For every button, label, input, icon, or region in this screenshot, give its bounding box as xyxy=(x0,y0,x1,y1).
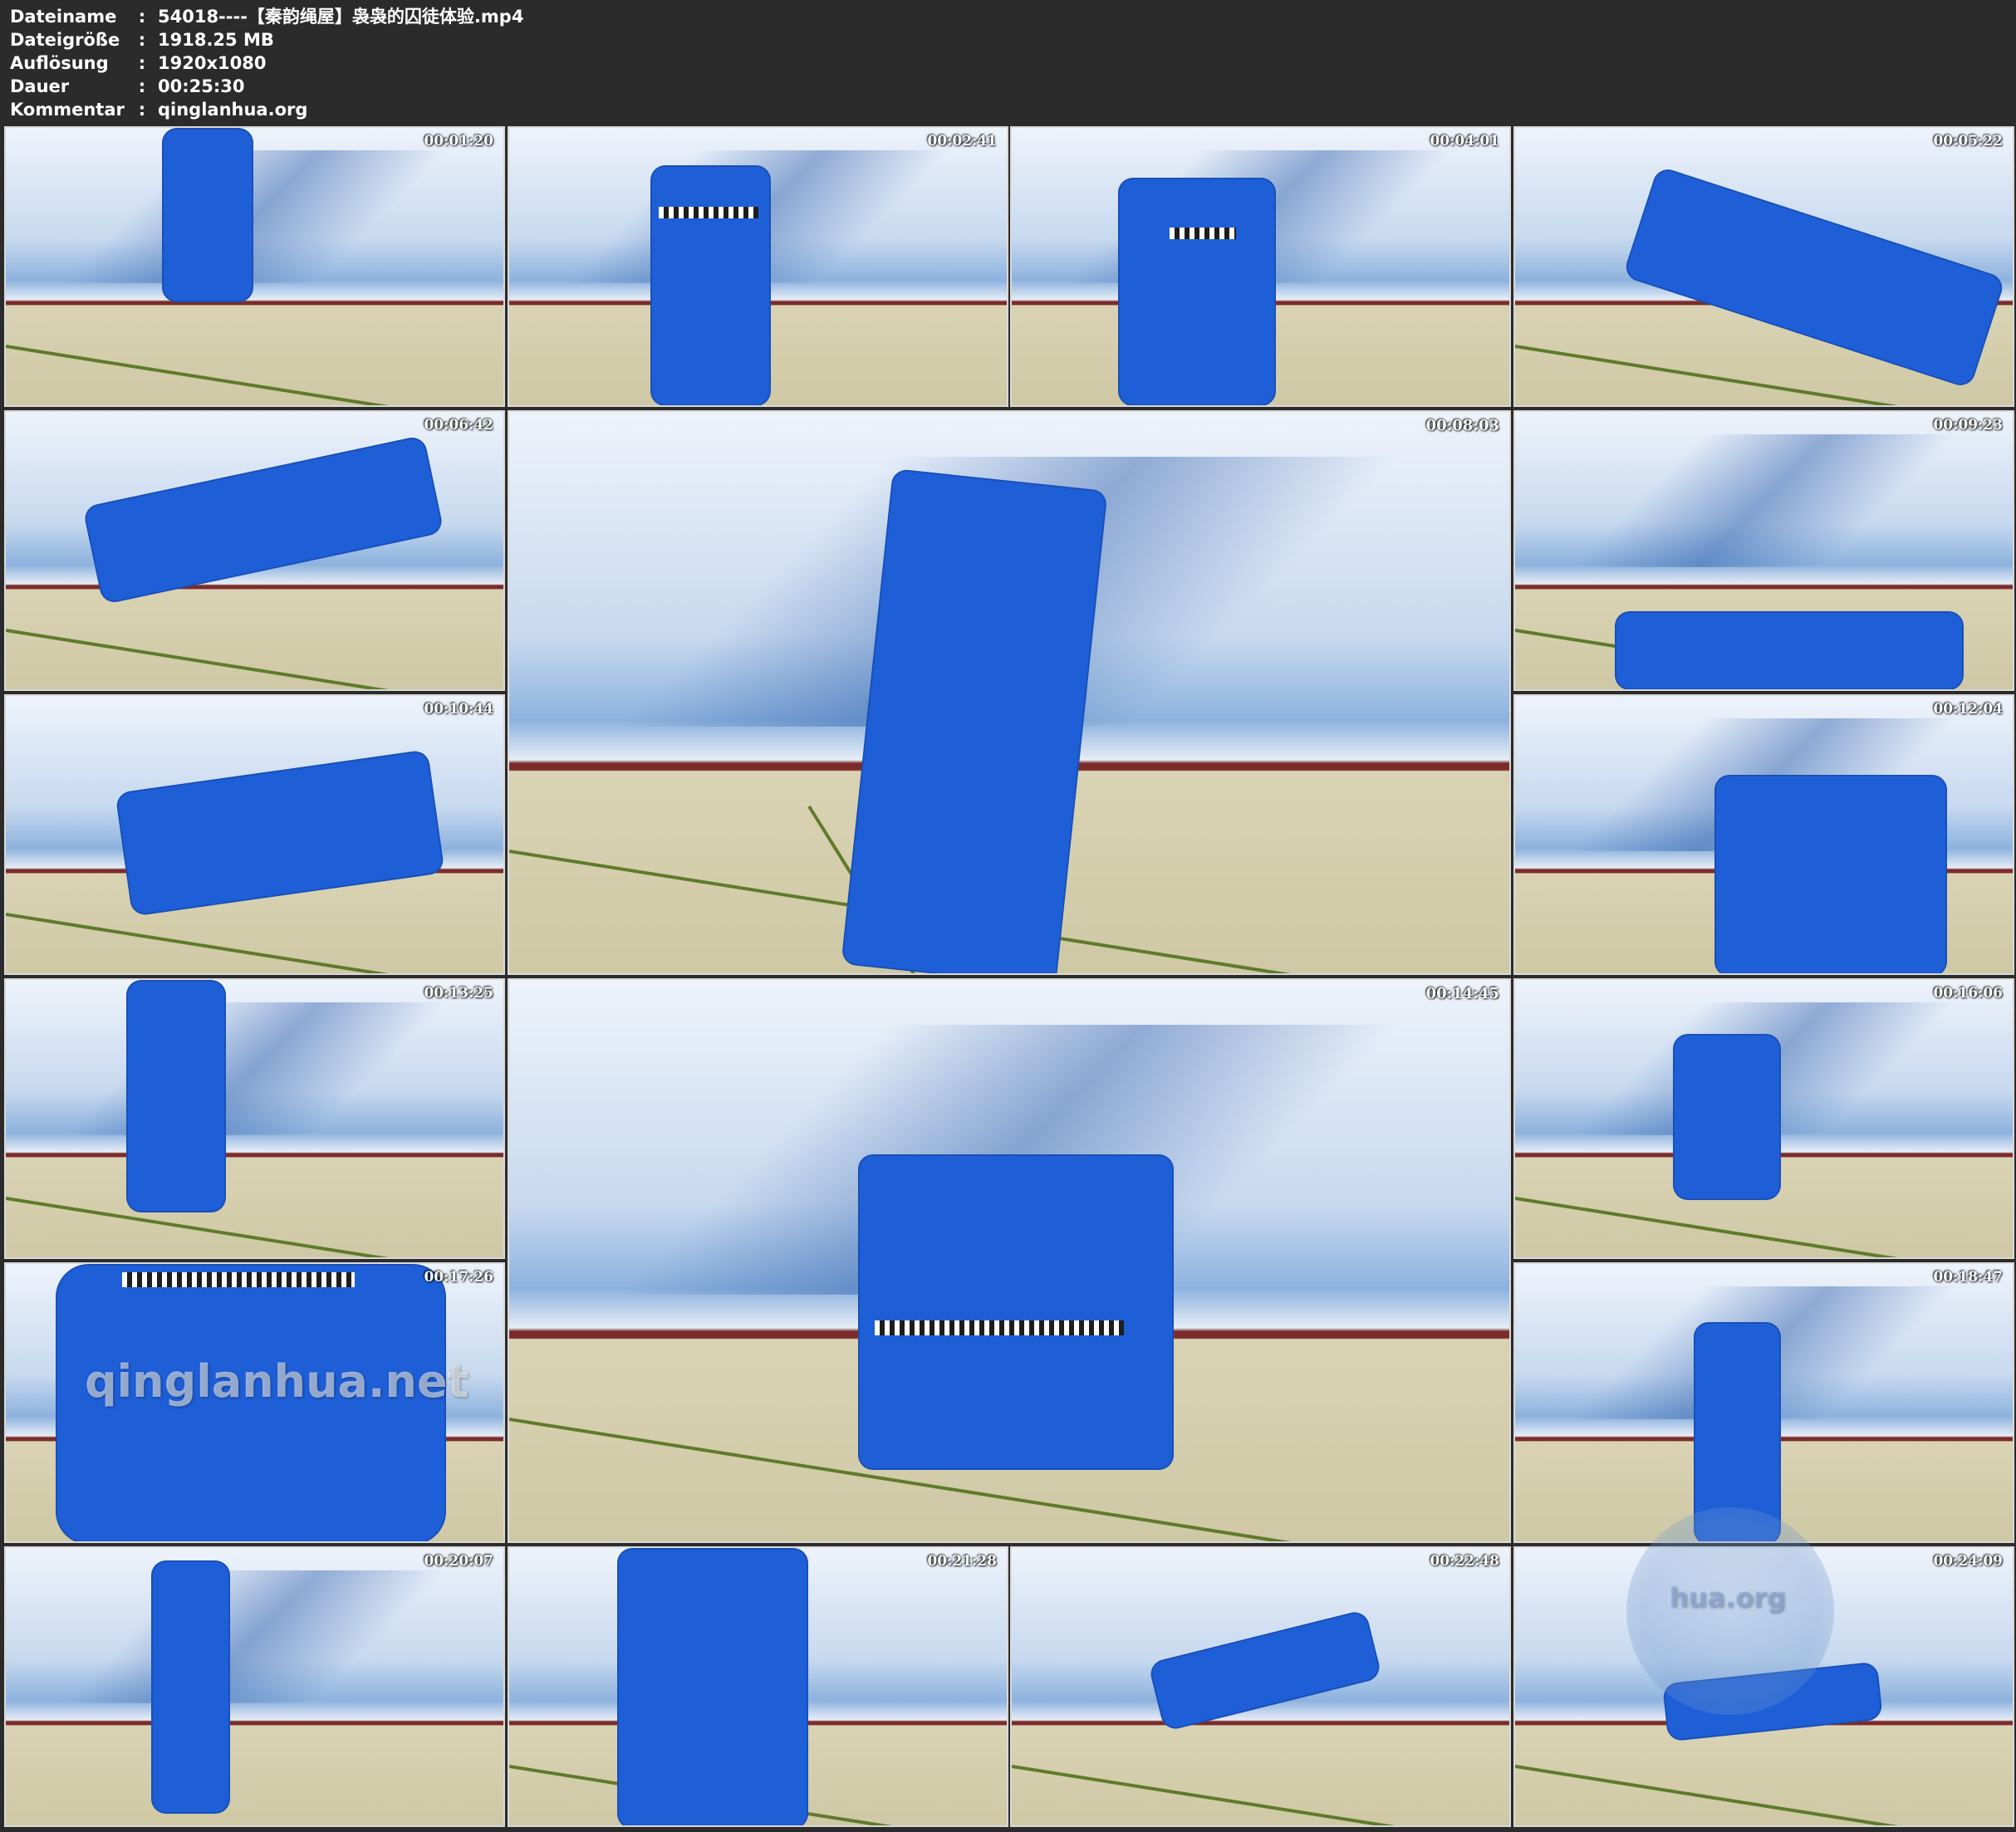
tatami-seam xyxy=(1515,1196,2013,1257)
person-figure xyxy=(1622,165,2006,389)
info-row-filesize: Dateigröße : 1918.25 MB xyxy=(10,28,523,51)
watermark-text: qinglanhua.net xyxy=(85,1355,469,1408)
info-separator: : xyxy=(138,53,146,73)
thumbnail-timestamp: 00:14:45 xyxy=(1425,985,1499,1002)
tatami-seam xyxy=(1515,1764,2013,1825)
info-value: 00:25:30 xyxy=(158,76,245,96)
watermark-logo-text: hua.org xyxy=(1670,1582,1786,1614)
thumbnail-timestamp: 00:04:01 xyxy=(1430,133,1499,149)
person-figure xyxy=(1714,775,1947,973)
thumbnail-timestamp: 00:22:48 xyxy=(1430,1553,1499,1570)
file-info-panel: Dateiname : 54018----【秦韵绳屋】袅袅的囚徒体验.mp4 D… xyxy=(10,5,523,121)
tatami-seam xyxy=(6,628,503,689)
thumbnail-frame[interactable]: 00:10:44 xyxy=(4,694,505,975)
thumbnail-frame[interactable]: 00:12:04 xyxy=(1513,694,2014,975)
backdrop-mountains xyxy=(1515,434,2013,568)
info-key: Auflösung xyxy=(10,53,109,73)
thumbnail-frame[interactable]: 00:14:45 xyxy=(508,978,1511,1543)
info-separator: : xyxy=(138,76,146,96)
thumbnail-frame[interactable]: 00:06:42 xyxy=(4,410,505,691)
tatami-seam xyxy=(1012,1764,1509,1825)
tatami-seam xyxy=(6,912,503,973)
thumbnail-frame[interactable]: 00:18:47 xyxy=(1513,1262,2014,1543)
thumbnail-frame[interactable]: 00:05:22 xyxy=(1513,126,2014,407)
tatami-seam xyxy=(6,1196,503,1257)
thumbnail-timestamp: 00:13:25 xyxy=(424,985,493,1002)
info-key: Dateiname xyxy=(10,7,117,27)
person-figure xyxy=(115,749,445,917)
thumbnail-frame[interactable]: qinglanhua.net 00:17:26 xyxy=(4,1262,505,1543)
thumbnail-timestamp: 00:02:41 xyxy=(927,133,997,149)
info-separator: : xyxy=(138,7,146,27)
thumbnail-frame[interactable]: 00:13:25 xyxy=(4,978,505,1259)
backdrop-mountains xyxy=(6,149,503,284)
uniform-stripes xyxy=(875,1320,1124,1335)
info-value: 1920x1080 xyxy=(158,53,267,73)
person-figure xyxy=(858,1154,1174,1470)
info-row-resolution: Auflösung : 1920x1080 xyxy=(10,51,523,75)
info-value: qinglanhua.org xyxy=(158,100,308,120)
person-figure xyxy=(126,980,226,1212)
thumbnail-frame[interactable]: 00:21:28 xyxy=(508,1546,1008,1827)
thumbnail-timestamp: 00:16:06 xyxy=(1933,985,2003,1002)
thumbnail-frame[interactable]: 00:08:03 xyxy=(508,410,1511,975)
info-separator: : xyxy=(138,100,146,120)
person-figure xyxy=(162,128,253,302)
thumbnail-timestamp: 00:06:42 xyxy=(424,417,493,434)
thumbnail-timestamp: 00:12:04 xyxy=(1933,701,2003,718)
uniform-stripes xyxy=(122,1272,355,1287)
thumbnail-timestamp: 00:21:28 xyxy=(927,1553,997,1570)
uniform-stripes xyxy=(659,207,758,218)
thumbnail-timestamp: 00:01:20 xyxy=(424,133,493,149)
thumbnail-frame[interactable]: 00:01:20 xyxy=(4,126,505,407)
info-row-comment: Kommentar : qinglanhua.org xyxy=(10,98,523,121)
person-figure xyxy=(82,434,444,605)
thumbnail-timestamp: 00:24:09 xyxy=(1933,1553,2003,1570)
person-figure xyxy=(617,1548,808,1825)
backdrop-mountains xyxy=(6,1002,503,1136)
info-key: Dauer xyxy=(10,76,70,96)
thumbnail-timestamp: 00:10:44 xyxy=(424,701,493,718)
info-separator: : xyxy=(138,30,146,50)
person-figure xyxy=(1118,178,1276,405)
person-figure xyxy=(1147,1609,1383,1732)
tatami-seam xyxy=(6,344,503,405)
info-row-duration: Dauer : 00:25:30 xyxy=(10,75,523,98)
info-key: Kommentar xyxy=(10,100,125,120)
thumbnail-frame[interactable]: 00:16:06 xyxy=(1513,978,2014,1259)
info-row-filename: Dateiname : 54018----【秦韵绳屋】袅袅的囚徒体验.mp4 xyxy=(10,5,523,28)
thumbnail-timestamp: 00:18:47 xyxy=(1933,1269,2003,1286)
backdrop-mountains xyxy=(6,1570,503,1704)
person-figure xyxy=(1673,1034,1781,1200)
uniform-stripes xyxy=(1170,228,1236,239)
thumbnail-frame[interactable]: 00:02:41 xyxy=(508,126,1008,407)
person-figure xyxy=(1615,611,1964,689)
thumbnail-timestamp: 00:09:23 xyxy=(1933,417,2003,434)
thumbnail-frame[interactable]: 00:04:01 xyxy=(1010,126,1511,407)
person-figure xyxy=(650,165,771,405)
thumbnail-timestamp: 00:05:22 xyxy=(1933,133,2003,149)
person-figure xyxy=(151,1560,230,1814)
thumbnail-frame[interactable]: 00:22:48 xyxy=(1010,1546,1511,1827)
thumbnail-timestamp: 00:20:07 xyxy=(424,1553,493,1570)
info-value: 54018----【秦韵绳屋】袅袅的囚徒体验.mp4 xyxy=(158,7,524,27)
info-value: 1918.25 MB xyxy=(158,30,274,50)
thumbnail-frame[interactable]: 00:09:23 xyxy=(1513,410,2014,691)
thumbnail-timestamp: 00:08:03 xyxy=(1425,417,1499,434)
info-key: Dateigröße xyxy=(10,30,120,50)
thumbnail-frame[interactable]: 00:20:07 xyxy=(4,1546,505,1827)
thumbnail-timestamp: 00:17:26 xyxy=(424,1269,493,1286)
